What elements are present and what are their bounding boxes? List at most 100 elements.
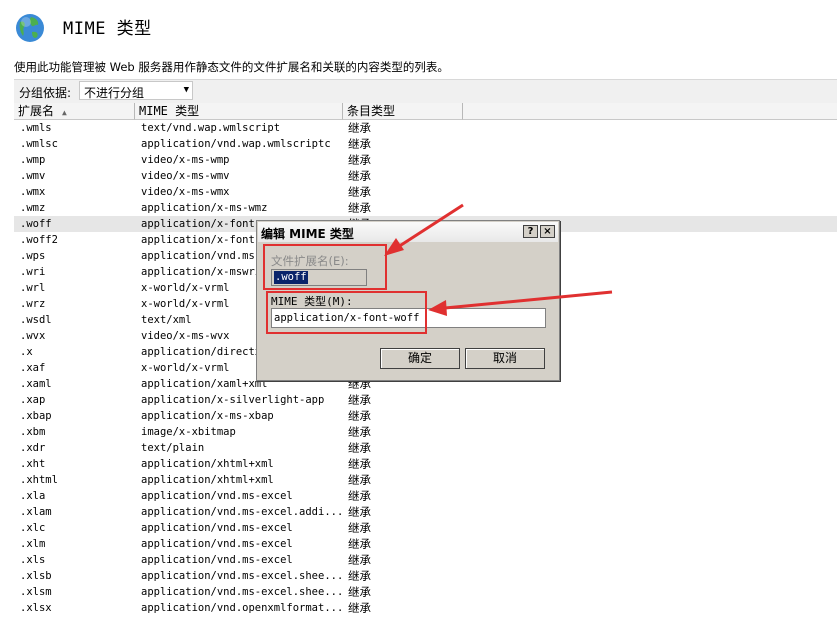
extension-cell: .wps: [20, 250, 46, 262]
extension-cell: .wmv: [20, 170, 46, 182]
entry-type-cell: 继承: [348, 201, 371, 215]
extension-cell: .xls: [20, 554, 46, 566]
extension-cell: .wmp: [20, 154, 46, 166]
extension-cell: .wmlsc: [20, 138, 58, 150]
extension-cell: .xlsb: [20, 570, 52, 582]
group-by-value: 不进行分组: [84, 86, 145, 100]
entry-type-cell: 继承: [348, 121, 371, 135]
extension-cell: .wmz: [20, 202, 46, 214]
mime-type-cell: video/x-ms-wmv: [141, 170, 230, 182]
highlight-box-extension: [263, 244, 387, 290]
mime-type-cell: video/x-ms-wmx: [141, 186, 230, 198]
mime-type-cell: image/x-xbitmap: [141, 426, 236, 438]
table-row[interactable]: .wmlsc application/vnd.wap.wmlscriptc 继承: [14, 136, 837, 152]
table-row[interactable]: .xlsm application/vnd.ms-excel.shee... 继承: [14, 584, 837, 600]
extension-cell: .xht: [20, 458, 46, 470]
extension-cell: .xdr: [20, 442, 46, 454]
extension-cell: .wmx: [20, 186, 46, 198]
entry-type-cell: 继承: [348, 457, 371, 471]
mime-type-cell: text/plain: [141, 442, 205, 454]
mime-type-cell: application/x-ms-wmz: [141, 202, 268, 214]
column-header-extension[interactable]: 扩展名 ▲: [14, 103, 135, 120]
chevron-down-icon: ▼: [183, 85, 189, 95]
table-row[interactable]: .xlm application/vnd.ms-excel 继承: [14, 536, 837, 552]
group-by-dropdown[interactable]: 不进行分组 ▼: [79, 81, 193, 100]
extension-cell: .xlsx: [20, 602, 52, 614]
table-row[interactable]: .xhtml application/xhtml+xml 继承: [14, 472, 837, 488]
help-button[interactable]: ?: [523, 225, 538, 238]
dialog-title: 编辑 MIME 类型: [261, 227, 354, 241]
extension-cell: .wrz: [20, 298, 46, 310]
ok-button[interactable]: 确定: [380, 348, 460, 369]
table-row[interactable]: .xap application/x-silverlight-app 继承: [14, 392, 837, 408]
extension-cell: .wvx: [20, 330, 46, 342]
highlight-box-mime: [266, 291, 427, 334]
mime-type-cell: application/vnd.ms-excel: [141, 538, 293, 550]
table-row[interactable]: .xlsb application/vnd.ms-excel.shee... 继承: [14, 568, 837, 584]
mime-type-cell: video/x-ms-wmp: [141, 154, 230, 166]
entry-type-cell: 继承: [348, 473, 371, 487]
table-row[interactable]: .xdr text/plain 继承: [14, 440, 837, 456]
extension-cell: .wrl: [20, 282, 46, 294]
column-header-filler: [463, 103, 837, 120]
column-header-mime-type[interactable]: MIME 类型: [135, 103, 343, 120]
table-row[interactable]: .xht application/xhtml+xml 继承: [14, 456, 837, 472]
entry-type-cell: 继承: [348, 569, 371, 583]
entry-type-cell: 继承: [348, 169, 371, 183]
extension-cell: .xap: [20, 394, 46, 406]
table-row[interactable]: .wmp video/x-ms-wmp 继承: [14, 152, 837, 168]
group-by-bar: 分组依据: 不进行分组 ▼: [14, 79, 837, 104]
extension-cell: .xbm: [20, 426, 46, 438]
mime-type-cell: application/x-ms-xbap: [141, 410, 274, 422]
cancel-button[interactable]: 取消: [465, 348, 545, 369]
table-row[interactable]: .xbap application/x-ms-xbap 继承: [14, 408, 837, 424]
mime-type-cell: application/vnd.ms-excel.addi...: [141, 506, 341, 518]
mime-type-cell: application/xhtml+xml: [141, 458, 274, 470]
entry-type-cell: 继承: [348, 537, 371, 551]
table-row[interactable]: .xlsx application/vnd.openxmlformat... 继承: [14, 600, 837, 616]
extension-cell: .xlc: [20, 522, 46, 534]
extension-cell: .xlsm: [20, 586, 52, 598]
extension-cell: .xbap: [20, 410, 52, 422]
mime-type-cell: application/vnd.ms-excel: [141, 490, 293, 502]
column-header-entry-type[interactable]: 条目类型: [343, 103, 463, 120]
entry-type-cell: 继承: [348, 553, 371, 567]
table-row[interactable]: .xbm image/x-xbitmap 继承: [14, 424, 837, 440]
globe-icon: [16, 14, 44, 42]
extension-cell: .xla: [20, 490, 46, 502]
mime-type-cell: application/x-silverlight-app: [141, 394, 325, 406]
table-row[interactable]: .wmz application/x-ms-wmz 继承: [14, 200, 837, 216]
extension-cell: .xlam: [20, 506, 52, 518]
entry-type-cell: 继承: [348, 505, 371, 519]
entry-type-cell: 继承: [348, 393, 371, 407]
extension-cell: .wmls: [20, 122, 52, 134]
entry-type-cell: 继承: [348, 489, 371, 503]
entry-type-cell: 继承: [348, 185, 371, 199]
extension-cell: .woff2: [20, 234, 58, 246]
table-row[interactable]: .xlam application/vnd.ms-excel.addi... 继承: [14, 504, 837, 520]
mime-type-cell: application/vnd.ms-excel.shee...: [141, 570, 341, 582]
table-row[interactable]: .wmx video/x-ms-wmx 继承: [14, 184, 837, 200]
mime-type-cell: application/vnd.ms-excel.shee...: [141, 586, 341, 598]
close-button[interactable]: ×: [540, 225, 555, 238]
table-row[interactable]: .wmv video/x-ms-wmv 继承: [14, 168, 837, 184]
mime-type-cell: application/vnd.wap.wmlscriptc: [141, 138, 331, 150]
extension-cell: .wsdl: [20, 314, 52, 326]
entry-type-cell: 继承: [348, 409, 371, 423]
extension-cell: .woff: [20, 218, 52, 230]
table-row[interactable]: .xls application/vnd.ms-excel 继承: [14, 552, 837, 568]
mime-type-cell: application/vnd.ms-excel: [141, 522, 293, 534]
entry-type-cell: 继承: [348, 153, 371, 167]
table-row[interactable]: .wmls text/vnd.wap.wmlscript 继承: [14, 120, 837, 136]
sort-ascending-icon: ▲: [62, 108, 67, 117]
extension-cell: .xlm: [20, 538, 46, 550]
table-row[interactable]: .xla application/vnd.ms-excel 继承: [14, 488, 837, 504]
table-row[interactable]: .xlc application/vnd.ms-excel 继承: [14, 520, 837, 536]
entry-type-cell: 继承: [348, 585, 371, 599]
dialog-titlebar[interactable]: 编辑 MIME 类型 ? ×: [258, 222, 558, 242]
mime-type-cell: application/vnd.openxmlformat...: [141, 602, 341, 614]
extension-cell: .xaf: [20, 362, 46, 374]
extension-cell: .wri: [20, 266, 46, 278]
mime-type-cell: text/vnd.wap.wmlscript: [141, 122, 281, 134]
entry-type-cell: 继承: [348, 137, 371, 151]
